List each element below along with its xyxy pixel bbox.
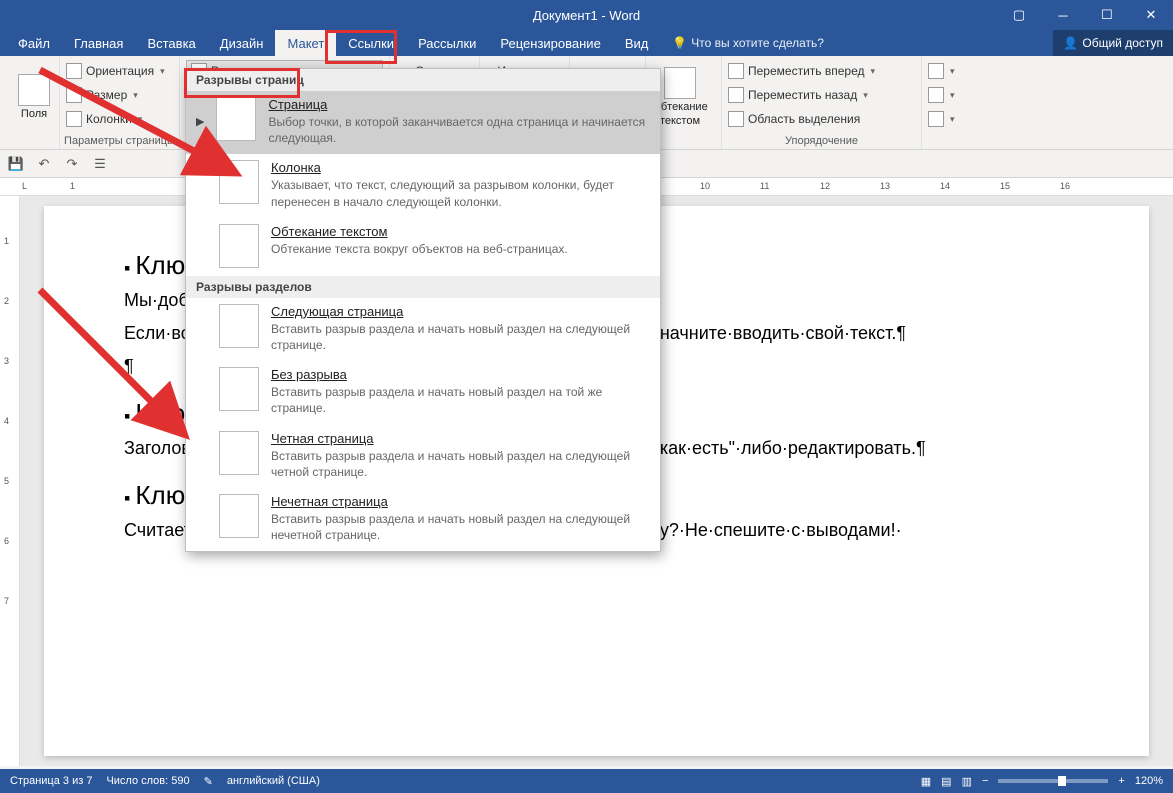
break-next-page-item[interactable]: Следующая страница Вставить разрыв разде… [186, 298, 660, 361]
share-button[interactable]: 👤 Общий доступ [1053, 30, 1173, 56]
zoom-level[interactable]: 120% [1135, 775, 1163, 787]
break-continuous-item[interactable]: Без разрыва Вставить разрыв раздела и на… [186, 361, 660, 424]
close-button[interactable]: ✕ [1129, 0, 1173, 30]
tab-mailings[interactable]: Рассылки [406, 30, 488, 56]
zoom-slider[interactable] [998, 779, 1108, 783]
send-backward-button[interactable]: Переместить назад▾ [728, 84, 915, 106]
minimize-button[interactable]: ─ [1041, 0, 1085, 30]
group-arrange: Переместить вперед▾ Переместить назад▾ О… [722, 56, 922, 149]
tab-review[interactable]: Рецензирование [488, 30, 612, 56]
view-read-mode-icon[interactable]: ▦ [921, 775, 931, 788]
wrap-icon [664, 67, 696, 99]
dropdown-section-section-breaks: Разрывы разделов [186, 276, 660, 298]
window-controls: ▢ ─ ☐ ✕ [997, 0, 1173, 30]
tab-layout[interactable]: Макет [275, 30, 336, 56]
break-textwrap-item[interactable]: Обтекание текстом Обтекание текста вокру… [186, 218, 660, 276]
proofing-icon[interactable]: ✎ [204, 775, 213, 788]
tab-references[interactable]: Ссылки [336, 30, 406, 56]
break-column-item[interactable]: Колонка Указывает, что текст, следующий … [186, 154, 660, 217]
zoom-in-button[interactable]: + [1118, 775, 1124, 787]
break-next-page-icon [219, 304, 259, 348]
dropdown-section-page-breaks: Разрывы страниц [186, 69, 660, 91]
align-icon [928, 63, 944, 79]
app-title: Документ1 - Word [533, 8, 640, 23]
status-page[interactable]: Страница 3 из 7 [10, 775, 92, 787]
title-bar: Документ1 - Word ▢ ─ ☐ ✕ [0, 0, 1173, 30]
ribbon-display-options[interactable]: ▢ [997, 0, 1041, 30]
tab-design[interactable]: Дизайн [208, 30, 276, 56]
send-backward-icon [728, 87, 744, 103]
maximize-button[interactable]: ☐ [1085, 0, 1129, 30]
annotation-arrow [30, 280, 200, 453]
status-word-count[interactable]: Число слов: 590 [106, 775, 189, 787]
tab-insert[interactable]: Вставка [135, 30, 207, 56]
break-page-item[interactable]: ▶ Страница Выбор точки, в которой заканч… [186, 91, 660, 154]
view-web-layout-icon[interactable]: ▥ [962, 775, 972, 788]
tab-home[interactable]: Главная [62, 30, 135, 56]
bring-forward-button[interactable]: Переместить вперед▾ [728, 60, 915, 82]
break-even-page-item[interactable]: Четная страница Вставить разрыв раздела … [186, 425, 660, 488]
zoom-out-button[interactable]: − [982, 775, 988, 787]
group-icon [928, 87, 944, 103]
align-button[interactable]: ▾ [928, 60, 956, 82]
rotate-icon [928, 111, 944, 127]
break-even-page-icon [219, 431, 259, 475]
break-textwrap-icon [219, 224, 259, 268]
group-arrange-icons: ▾ ▾ ▾ [922, 56, 962, 149]
annotation-arrow [30, 60, 250, 193]
selection-pane-icon [728, 111, 744, 127]
ribbon-tabs: Файл Главная Вставка Дизайн Макет Ссылки… [0, 30, 1173, 56]
vertical-ruler[interactable]: 1 2 3 4 5 6 7 [0, 196, 20, 766]
bring-forward-icon [728, 63, 744, 79]
save-icon[interactable]: 💾 [6, 154, 26, 174]
tab-file[interactable]: Файл [6, 30, 62, 56]
break-odd-page-item[interactable]: Нечетная страница Вставить разрыв раздел… [186, 488, 660, 551]
tab-view[interactable]: Вид [613, 30, 661, 56]
group-label-arrange: Упорядочение [722, 135, 921, 147]
selection-pane-button[interactable]: Область выделения [728, 108, 915, 130]
breaks-dropdown: Разрывы страниц ▶ Страница Выбор точки, … [185, 68, 661, 552]
status-language[interactable]: английский (США) [227, 775, 320, 787]
tell-me-search[interactable]: 💡 Что вы хотите сделать? [672, 36, 824, 50]
status-bar: Страница 3 из 7 Число слов: 590 ✎ англий… [0, 769, 1173, 793]
break-continuous-icon [219, 367, 259, 411]
group-objects-button[interactable]: ▾ [928, 84, 956, 106]
rotate-button[interactable]: ▾ [928, 108, 956, 130]
break-odd-page-icon [219, 494, 259, 538]
view-print-layout-icon[interactable]: ▤ [941, 775, 951, 788]
